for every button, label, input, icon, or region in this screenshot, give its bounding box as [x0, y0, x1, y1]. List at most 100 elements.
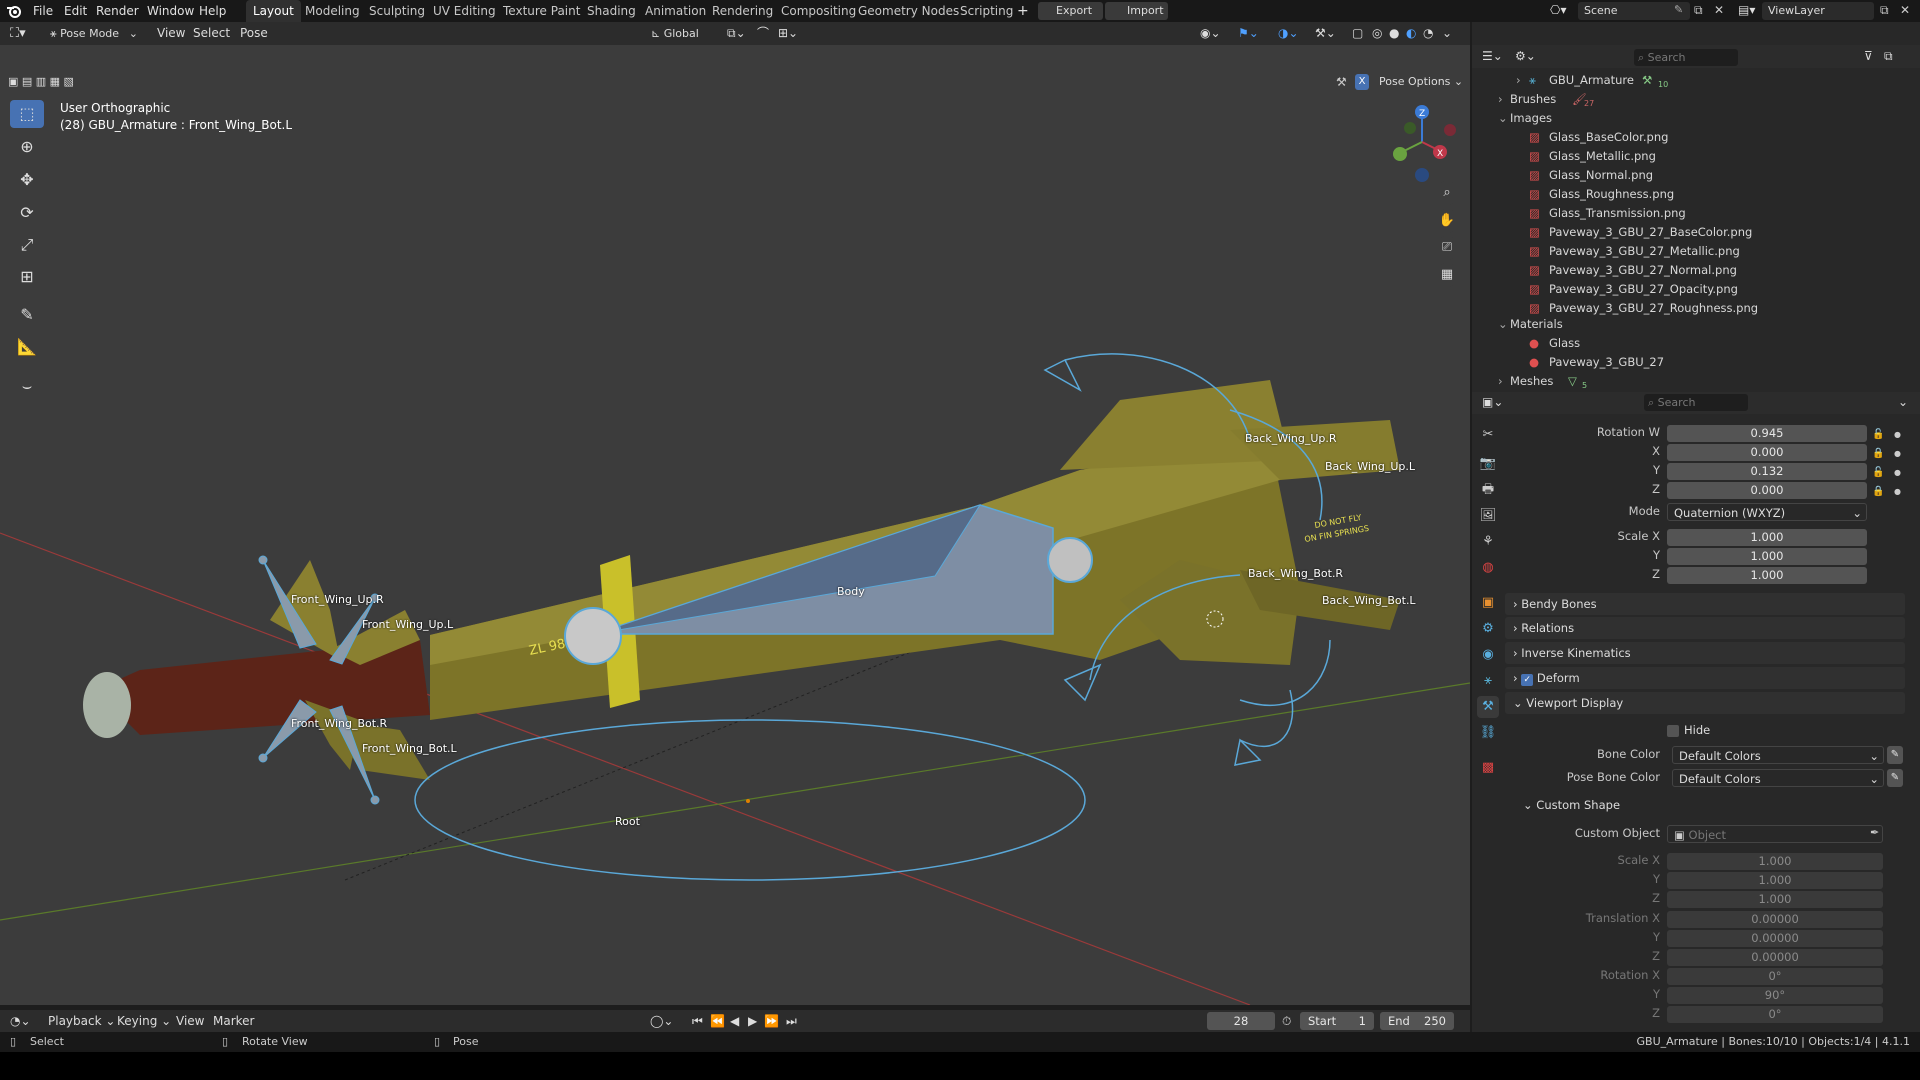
- 3d-viewport[interactable]: ZL 98 DO NOT FLY ON FIN SPRINGS ▣ ▤ ▥ ▦ …: [0, 45, 1470, 1005]
- preview-range-icon[interactable]: ⏱: [1282, 1010, 1291, 1032]
- properties-editor-icon[interactable]: ▣⌄: [1482, 395, 1503, 409]
- outliner-display-mode-icon[interactable]: ⚙⌄: [1515, 49, 1536, 63]
- new-collection-icon[interactable]: ⧉: [1884, 49, 1893, 64]
- world-tab-icon[interactable]: ◍: [1477, 557, 1499, 579]
- rotation-w-field[interactable]: 0.945: [1667, 425, 1867, 442]
- auto-keying-icon[interactable]: ◯⌄: [650, 1010, 673, 1032]
- image-row[interactable]: ▨ Glass_Metallic.png: [1472, 147, 1920, 166]
- image-row[interactable]: ▨ Glass_Transmission.png: [1472, 204, 1920, 223]
- render-tab-icon[interactable]: 📷: [1477, 453, 1499, 475]
- zoom-icon[interactable]: ⌕: [1435, 181, 1459, 205]
- rotation-mode-dropdown[interactable]: Quaternion (WXYZ) ⌄: [1667, 503, 1867, 521]
- menu-keying[interactable]: Keying ⌄: [117, 1010, 171, 1032]
- filter-icon[interactable]: ⊽: [1864, 49, 1873, 63]
- menu-render[interactable]: Render: [96, 0, 139, 22]
- tab-compositing[interactable]: Compositing: [774, 0, 863, 22]
- tab-rendering[interactable]: Rendering: [705, 0, 780, 22]
- bone-color-picker-icon[interactable]: ✎: [1887, 746, 1903, 764]
- cs-scale-x-field[interactable]: 1.000: [1667, 853, 1883, 870]
- menu-playback[interactable]: Playback ⌄: [48, 1010, 115, 1032]
- menu-edit[interactable]: Edit: [64, 0, 87, 22]
- bone-constraint-tab-icon[interactable]: ⛓: [1477, 722, 1499, 744]
- current-frame-field[interactable]: 28: [1207, 1012, 1275, 1030]
- properties-search-field[interactable]: ⌕ Search: [1644, 394, 1748, 411]
- delete-scene-icon[interactable]: ✕: [1714, 3, 1724, 17]
- image-row[interactable]: ▨ Paveway_3_GBU_27_BaseColor.png: [1472, 223, 1920, 242]
- cs-rotation-x-field[interactable]: 0°: [1667, 968, 1883, 985]
- annotate-tool-icon[interactable]: ✎: [10, 301, 44, 329]
- outliner-row-brushes[interactable]: › Brushes 🖌 27: [1472, 90, 1920, 109]
- tab-sculpting[interactable]: Sculpting: [362, 0, 432, 22]
- add-workspace-icon[interactable]: +: [1017, 0, 1029, 22]
- x-mirror-button[interactable]: X: [1355, 74, 1369, 90]
- scale-tool-icon[interactable]: ⤢: [10, 231, 44, 259]
- scene-selector-icon[interactable]: ⎔▾: [1550, 3, 1576, 19]
- rotate-tool-icon[interactable]: ⟳: [10, 199, 44, 227]
- transform-orientation-dropdown[interactable]: ⊾ Global ⌄: [645, 25, 717, 57]
- mode-dropdown[interactable]: ⚹ Pose Mode ⌄: [44, 25, 144, 42]
- tab-uv-editing[interactable]: UV Editing: [426, 0, 503, 22]
- lock-icons[interactable]: 🔓 🔒 🔓 🔒: [1872, 425, 1886, 501]
- material-row[interactable]: ● Paveway_3_GBU_27: [1472, 353, 1920, 372]
- move-tool-icon[interactable]: ✥: [10, 166, 44, 194]
- outliner-row-armature[interactable]: › ⚹ GBU_Armature ⚒ 10: [1472, 71, 1920, 90]
- custom-shape-subpanel[interactable]: ⌄ Custom Shape: [1523, 798, 1620, 812]
- rotation-x-field[interactable]: 0.000: [1667, 444, 1867, 461]
- play-reverse-icon[interactable]: ◀: [730, 1010, 739, 1032]
- modifiers-tab-icon[interactable]: ⚙: [1477, 618, 1499, 640]
- cs-scale-z-field[interactable]: 1.000: [1667, 891, 1883, 908]
- pin-icon[interactable]: ✎: [1674, 3, 1683, 16]
- menu-window[interactable]: Window: [147, 0, 194, 22]
- solid-shading-icon[interactable]: ●: [1389, 22, 1399, 45]
- deform-checkbox[interactable]: ✓: [1521, 674, 1534, 686]
- play-icon[interactable]: ▶: [748, 1010, 757, 1032]
- wireframe-shading-icon[interactable]: ◎: [1372, 22, 1382, 45]
- navigation-gizmo[interactable]: Z X: [1380, 100, 1470, 190]
- jump-end-icon[interactable]: ⏭: [786, 1010, 797, 1032]
- outliner-row-meshes[interactable]: › Meshes ▽ 5: [1472, 372, 1920, 391]
- tab-animation[interactable]: Animation: [638, 0, 713, 22]
- export-button[interactable]: Export: [1038, 2, 1103, 20]
- translation-x-field[interactable]: 0.00000: [1667, 911, 1883, 928]
- menu-marker[interactable]: Marker: [213, 1010, 254, 1032]
- tab-texture-paint[interactable]: Texture Paint: [496, 0, 587, 22]
- eyedropper-icon[interactable]: ✒: [1870, 826, 1879, 839]
- tab-geometry-nodes[interactable]: Geometry Nodes: [851, 0, 966, 22]
- section-inverse-kinematics[interactable]: › Inverse Kinematics: [1505, 642, 1905, 664]
- measure-tool-icon[interactable]: 📐: [10, 333, 44, 361]
- delete-view-layer-icon[interactable]: ✕: [1900, 3, 1910, 17]
- blender-logo-icon[interactable]: [6, 3, 22, 19]
- keyframe-dots[interactable]: ● ● ● ●: [1894, 425, 1902, 501]
- start-frame-field[interactable]: Start 1: [1300, 1012, 1374, 1030]
- snap-settings-icon[interactable]: ⊞⌄: [778, 22, 798, 45]
- rotation-y-field[interactable]: 0.132: [1667, 463, 1867, 480]
- outliner-editor-icon[interactable]: ☰⌄: [1482, 49, 1503, 63]
- scene-tab-icon[interactable]: ⚘: [1477, 531, 1499, 553]
- end-frame-field[interactable]: End 250: [1380, 1012, 1454, 1030]
- new-view-layer-icon[interactable]: ⧉: [1880, 3, 1889, 18]
- outliner-row-images[interactable]: ⌄ Images: [1472, 109, 1920, 128]
- bone-overlay-icon[interactable]: ⚒⌄: [1315, 22, 1336, 45]
- image-row[interactable]: ▨ Paveway_3_GBU_27_Metallic.png: [1472, 242, 1920, 261]
- perspective-toggle-icon[interactable]: ▦: [1435, 263, 1459, 287]
- view-layer-selector-icon[interactable]: ▤▾: [1738, 3, 1755, 17]
- cursor-tool-icon[interactable]: ⊕: [10, 133, 44, 161]
- physics-tab-icon[interactable]: ◉: [1477, 644, 1499, 666]
- image-row[interactable]: ▨ Glass_Roughness.png: [1472, 185, 1920, 204]
- new-scene-icon[interactable]: ⧉: [1694, 3, 1703, 18]
- image-row[interactable]: ▨ Glass_BaseColor.png: [1472, 128, 1920, 147]
- pose-options-dropdown[interactable]: Pose Options ⌄: [1375, 73, 1467, 91]
- translation-z-field[interactable]: 0.00000: [1667, 949, 1883, 966]
- xray-pose-icon[interactable]: ⚒: [1336, 75, 1347, 89]
- tool-tab-icon[interactable]: ✂: [1477, 424, 1499, 446]
- pose-bone-color-picker-icon[interactable]: ✎: [1887, 769, 1903, 787]
- section-relations[interactable]: › Relations: [1505, 617, 1905, 639]
- section-viewport-display[interactable]: ⌄ Viewport Display: [1505, 692, 1905, 714]
- scale-y-field[interactable]: 1.000: [1667, 548, 1867, 565]
- object-data-tab-icon[interactable]: ⚹: [1477, 670, 1499, 692]
- menu-file[interactable]: File: [33, 0, 53, 22]
- snap-icon[interactable]: ⌒: [757, 22, 769, 45]
- gizmo-toggle-icon[interactable]: ⚑⌄: [1238, 22, 1259, 45]
- scale-x-field[interactable]: 1.000: [1667, 529, 1867, 546]
- scale-z-field[interactable]: 1.000: [1667, 567, 1867, 584]
